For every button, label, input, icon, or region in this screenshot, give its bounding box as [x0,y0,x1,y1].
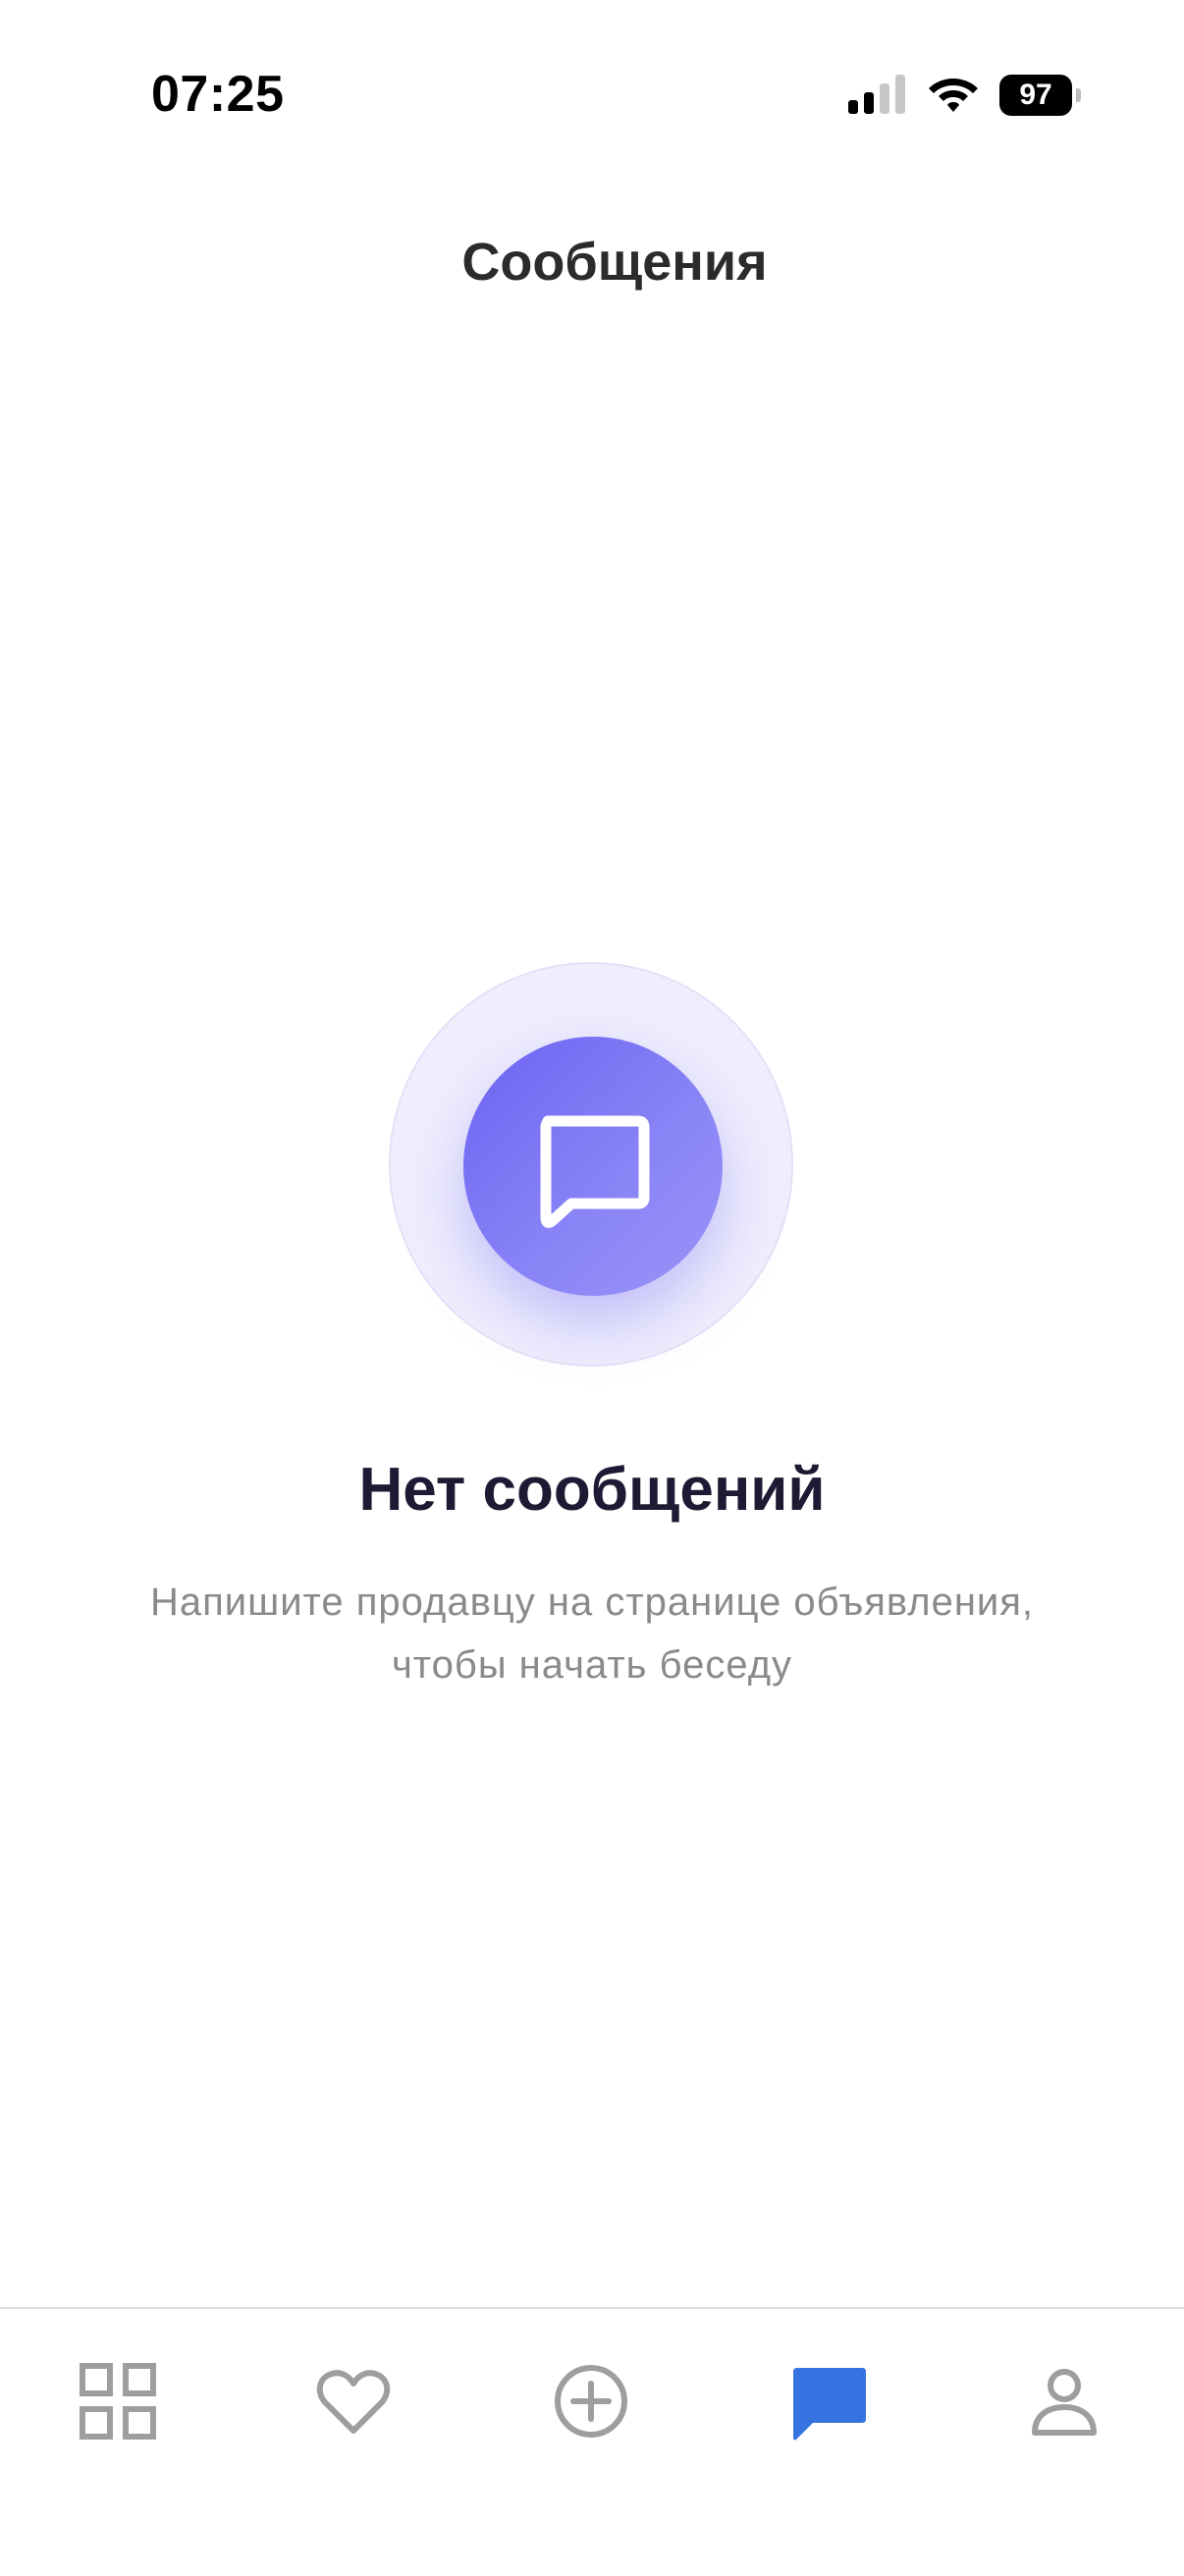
status-time: 07:25 [151,66,285,123]
status-bar: 07:25 97 [0,0,1184,187]
grid-icon [80,2363,156,2440]
tab-catalog[interactable] [69,2352,167,2450]
plus-circle-icon [555,2365,627,2438]
empty-state-subtitle-line-1: Напишите продавцу на странице объявления… [149,1581,1035,1624]
chat-bubble-icon [793,2368,866,2441]
tab-messages[interactable] [780,2352,878,2450]
battery-level: 97 [999,75,1072,116]
tab-add-listing[interactable] [542,2352,640,2450]
empty-state-title: Нет сообщений [358,1456,826,1524]
wifi-icon [929,79,978,112]
empty-state-subtitle-line-2: чтобы начать беседу [391,1643,793,1687]
page-title: Сообщения [461,233,768,292]
tab-favorites[interactable] [304,2352,403,2450]
chat-bubble-icon [540,1115,650,1228]
cellular-signal-icon [848,75,905,114]
user-icon [1032,2369,1097,2436]
heart-icon [316,2370,391,2434]
empty-state-subtitle: Напишите продавцу на странице объявления… [79,1571,1105,1696]
empty-state-icon-circle [463,1037,723,1296]
tab-profile[interactable] [1015,2352,1113,2450]
empty-state-illustration [389,962,793,1367]
battery-indicator: 97 [999,75,1082,116]
bottom-tab-bar [0,2307,1184,2576]
battery-cap [1076,88,1081,102]
